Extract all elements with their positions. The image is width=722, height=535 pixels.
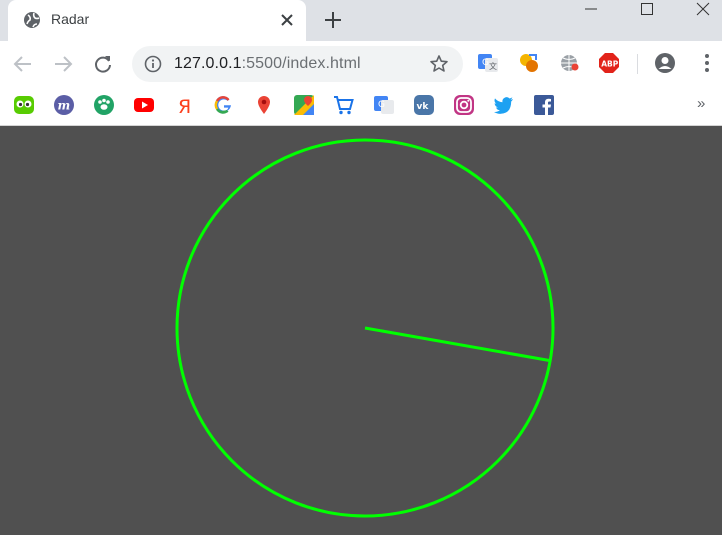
maximize-icon	[641, 3, 653, 15]
overlay-icon[interactable]	[518, 52, 540, 74]
svg-text:m: m	[58, 99, 71, 113]
tab-strip: Radar	[0, 0, 722, 41]
svg-text:G: G	[378, 100, 385, 110]
maximize-button[interactable]	[624, 0, 670, 30]
close-window-icon	[696, 2, 710, 16]
back-icon[interactable]	[12, 53, 34, 75]
maps-pin-icon[interactable]	[253, 94, 275, 116]
close-window-button[interactable]	[680, 0, 722, 30]
page-viewport	[0, 126, 722, 530]
adblock-plus-icon[interactable]: ABP	[598, 52, 620, 74]
minimize-icon	[585, 8, 597, 10]
bookmarks-bar: m Я G vk »	[0, 87, 722, 126]
duolingo-icon[interactable]	[13, 94, 35, 116]
url-host: 127.0.0.1	[174, 55, 242, 72]
google-translate-icon[interactable]: G 文	[477, 52, 499, 74]
bookmark-star-icon[interactable]	[429, 54, 449, 74]
google-maps-icon[interactable]	[293, 94, 315, 116]
instagram-icon[interactable]	[453, 94, 475, 116]
svg-text:vk: vk	[417, 102, 430, 112]
address-bar[interactable]: 127.0.0.1:5500/index.html	[132, 46, 463, 82]
forward-icon[interactable]	[52, 53, 74, 75]
radar-sweep-line	[364, 326, 551, 363]
url-text: 127.0.0.1:5500/index.html	[174, 55, 361, 73]
tab-title: Radar	[51, 11, 90, 27]
vk-icon[interactable]: vk	[413, 94, 435, 116]
url-path: :5500/index.html	[241, 55, 361, 72]
twitter-icon[interactable]	[493, 94, 515, 116]
bookmarks-more-button[interactable]: »	[697, 95, 705, 112]
svg-text:ABP: ABP	[601, 60, 619, 69]
reload-icon[interactable]	[92, 53, 114, 75]
youtube-icon[interactable]	[133, 94, 155, 116]
minimize-button[interactable]	[568, 0, 614, 30]
tab-radar[interactable]: Radar	[8, 0, 306, 41]
browser-toolbar: 127.0.0.1:5500/index.html G 文 ABP	[0, 41, 722, 87]
svg-text:Я: Я	[178, 96, 191, 116]
new-tab-icon[interactable]	[322, 9, 344, 31]
svg-text:文: 文	[489, 61, 497, 71]
close-tab-icon[interactable]	[278, 11, 296, 29]
menu-dots-icon[interactable]	[696, 52, 718, 74]
yandex-icon[interactable]: Я	[173, 94, 195, 116]
radar-canvas	[175, 138, 555, 518]
svg-text:G: G	[482, 58, 489, 68]
globe-icon	[24, 12, 40, 28]
m-icon[interactable]: m	[53, 94, 75, 116]
toolbar-divider	[637, 54, 638, 74]
info-icon[interactable]	[144, 55, 162, 73]
translate-icon[interactable]: G	[373, 94, 395, 116]
cart-icon[interactable]	[333, 94, 355, 116]
facebook-icon[interactable]	[533, 94, 555, 116]
profile-icon[interactable]	[654, 52, 676, 74]
globe-extension-icon[interactable]	[558, 52, 580, 74]
google-icon[interactable]	[213, 94, 235, 116]
paw-icon[interactable]	[93, 94, 115, 116]
